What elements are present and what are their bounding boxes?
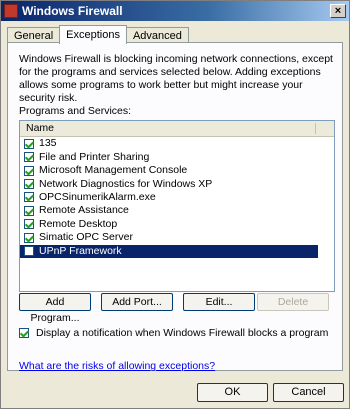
list-item-checkbox[interactable] (24, 152, 34, 163)
tab-strip: General Exceptions Advanced (7, 25, 189, 44)
list-item[interactable]: Network Diagnostics for Windows XP (20, 178, 334, 191)
list-item-checkbox[interactable] (24, 179, 34, 190)
list-item-label: UPnP Framework (39, 244, 122, 257)
list-item-checkbox[interactable] (24, 138, 34, 149)
list-item-checkbox[interactable] (24, 246, 34, 257)
exceptions-panel: Windows Firewall is blocking incoming ne… (7, 42, 343, 372)
list-item[interactable]: File and Printer Sharing (20, 151, 334, 164)
list-item[interactable]: OPCSinumerikAlarm.exe (20, 191, 334, 204)
list-item-checkbox[interactable] (24, 165, 34, 176)
programs-services-label: Programs and Services: (19, 105, 132, 117)
tab-exceptions[interactable]: Exceptions (59, 25, 127, 44)
window-title: Windows Firewall (22, 4, 123, 18)
list-item-label: 135 (39, 137, 57, 150)
title-bar: Windows Firewall × (1, 1, 349, 21)
firewall-window: Windows Firewall × General Exceptions Ad… (0, 0, 350, 409)
list-item-label: Simatic OPC Server (39, 231, 133, 244)
list-item-checkbox[interactable] (24, 232, 34, 243)
list-item-checkbox[interactable] (24, 192, 34, 203)
list-item-label: Network Diagnostics for Windows XP (39, 177, 213, 190)
list-item-label: Remote Desktop (39, 217, 118, 230)
edit-button[interactable]: Edit... (183, 293, 255, 311)
list-item[interactable]: Simatic OPC Server (20, 231, 334, 244)
list-item[interactable]: 135 (20, 137, 334, 150)
list-item-checkbox[interactable] (24, 219, 34, 230)
column-divider (315, 123, 316, 134)
notification-label: Display a notification when Windows Fire… (36, 327, 329, 339)
cancel-button[interactable]: Cancel (273, 383, 344, 402)
ok-button[interactable]: OK (197, 383, 268, 402)
firewall-icon (4, 4, 18, 18)
list-item-label: File and Printer Sharing (39, 150, 150, 163)
column-header-label: Name (26, 122, 55, 134)
column-header-name[interactable]: Name (20, 121, 334, 137)
list-item-label: Remote Assistance (39, 204, 129, 217)
list-item[interactable]: Microsoft Management Console (20, 164, 334, 177)
programs-list[interactable]: Name 135 File and Printer Sharing Micros… (19, 120, 335, 292)
list-item[interactable]: Remote Desktop (20, 218, 334, 231)
list-item[interactable]: Remote Assistance (20, 204, 334, 217)
exceptions-description: Windows Firewall is blocking incoming ne… (19, 53, 333, 104)
delete-button: Delete (257, 293, 329, 311)
risk-link[interactable]: What are the risks of allowing exception… (19, 360, 215, 372)
add-program-button[interactable]: Add Program... (19, 293, 91, 324)
notification-checkbox[interactable] (19, 328, 29, 338)
list-item-label: Microsoft Management Console (39, 164, 188, 177)
list-item-label: OPCSinumerikAlarm.exe (39, 190, 156, 203)
list-item-selected[interactable]: UPnP Framework (20, 244, 318, 258)
list-item-checkbox[interactable] (24, 205, 34, 216)
add-port-button[interactable]: Add Port... (101, 293, 173, 311)
notification-option[interactable]: Display a notification when Windows Fire… (19, 327, 328, 339)
close-button[interactable]: × (330, 4, 346, 18)
